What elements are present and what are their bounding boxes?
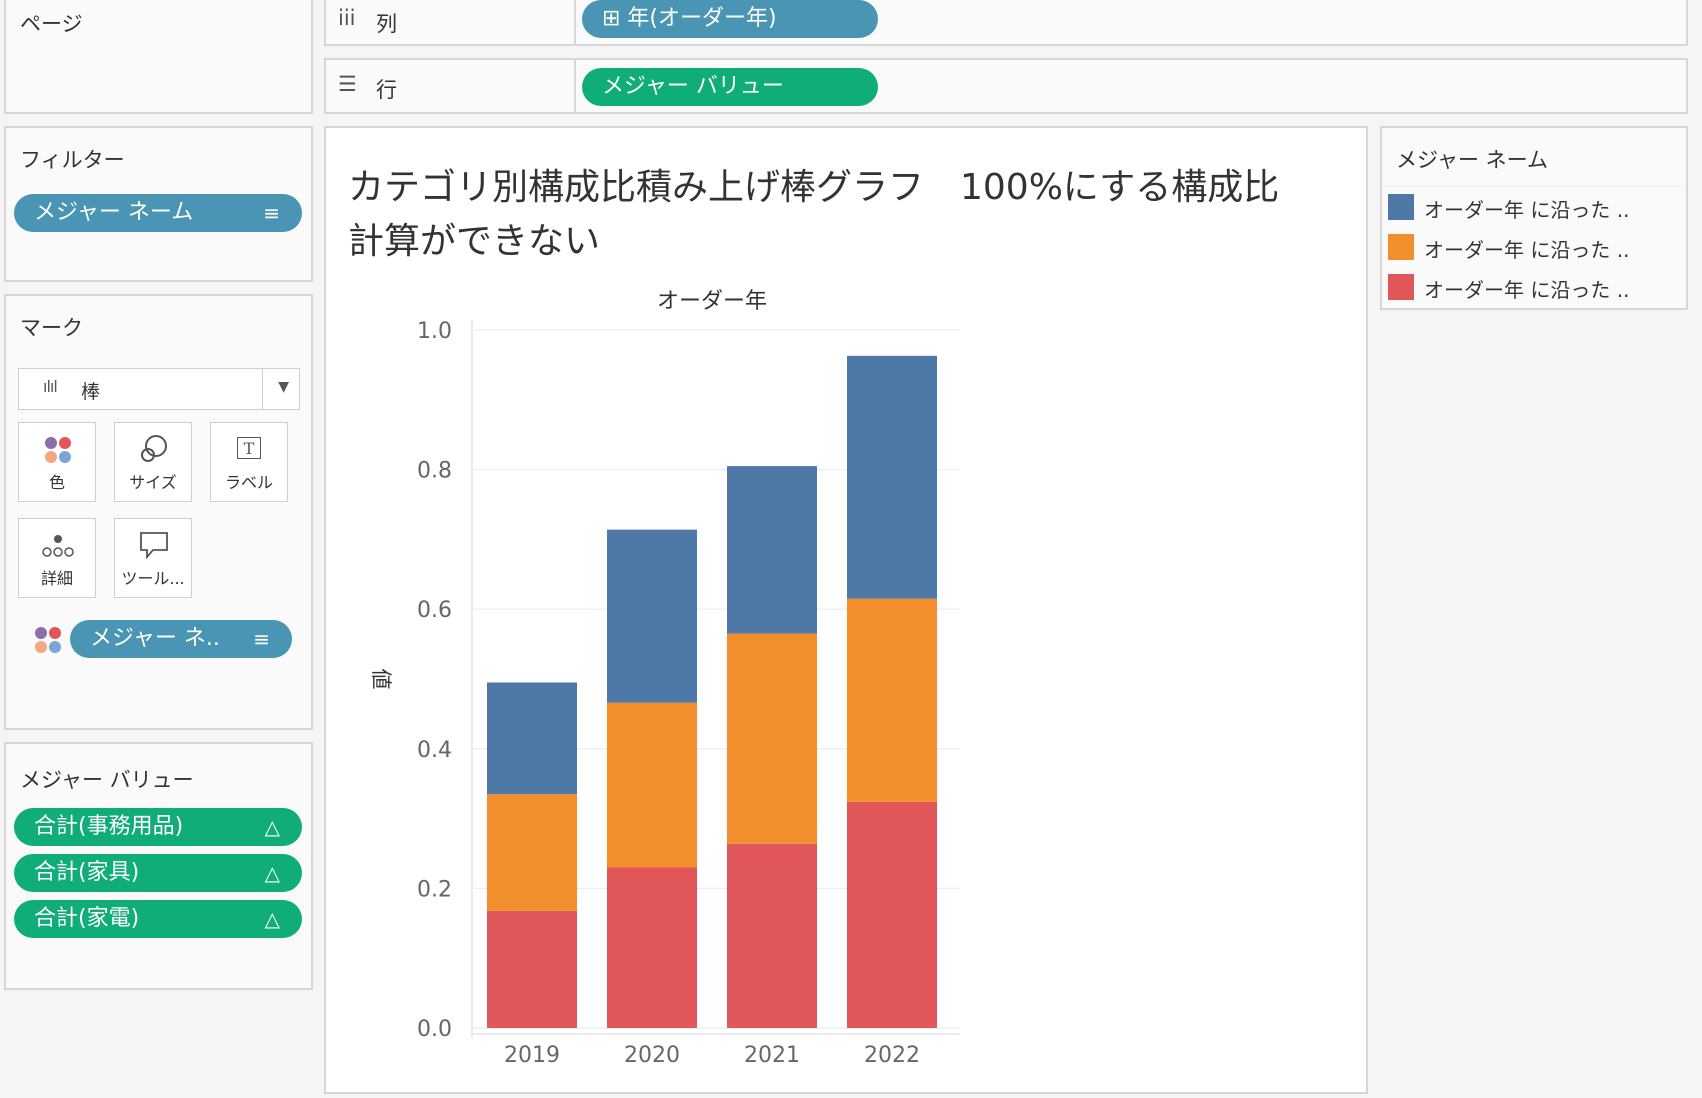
legend-swatch xyxy=(1388,234,1414,260)
bar-segment xyxy=(487,794,577,911)
bar-segment xyxy=(487,682,577,795)
legend-label: オーダー年 に沿った .. xyxy=(1424,198,1630,222)
delta-icon: △ xyxy=(264,861,280,885)
palette-icon xyxy=(45,437,71,463)
measure-values-pill[interactable]: メジャー バリュー xyxy=(582,68,878,106)
y-tick-label: 0.6 xyxy=(417,598,452,623)
delta-icon: △ xyxy=(264,907,280,931)
bar-segment xyxy=(607,702,697,868)
filters-card-title: フィルター xyxy=(20,148,125,172)
tooltip-button[interactable]: ツール... xyxy=(114,518,192,598)
rows-shelf-label: 行 xyxy=(376,78,397,102)
shelf-divider xyxy=(574,60,576,112)
legend-item[interactable]: オーダー年 に沿った .. xyxy=(1388,270,1658,302)
measure-item-label: 合計(家具) xyxy=(34,860,140,885)
stacked-bar-chart: オーダー年 0.0 0.2 0.4 0.6 0.8 1.0 値 2019 2020 2021 2022 xyxy=(369,289,960,1068)
bar-segment xyxy=(847,598,937,802)
sort-icon: ≡ xyxy=(253,627,270,651)
label-button[interactable]: T ラベル xyxy=(210,422,288,502)
year-pill-label: ⊞ 年(オーダー年) xyxy=(602,6,777,31)
x-tick-label: 2019 xyxy=(504,1043,560,1068)
measure-item-label: 合計(事務用品) xyxy=(34,814,184,839)
legend-swatch xyxy=(1388,194,1414,220)
chevron-down-icon[interactable]: ▼ xyxy=(278,379,289,395)
bar-segment xyxy=(727,466,817,634)
detail-button[interactable]: 詳細 xyxy=(18,518,96,598)
legend-card: メジャー ネーム オーダー年 に沿った .. オーダー年 に沿った .. オーダ… xyxy=(1380,126,1688,310)
delta-icon: △ xyxy=(264,815,280,839)
rows-icon: ☰ xyxy=(338,72,357,96)
measure-item-furniture[interactable]: 合計(家具) △ xyxy=(14,854,302,892)
detail-icon xyxy=(42,535,74,557)
rows-shelf[interactable]: ☰ 行 メジャー バリュー xyxy=(324,58,1688,114)
bar-segment xyxy=(607,867,697,1028)
measure-names-color-pill[interactable]: メジャー ネ.. ≡ xyxy=(70,620,292,658)
y-axis-label: 値 xyxy=(369,669,393,690)
sort-icon: ≡ xyxy=(263,201,280,225)
measure-item-label: 合計(家電) xyxy=(34,906,140,931)
y-tick-label: 0.2 xyxy=(417,877,452,902)
mark-type-label: 棒 xyxy=(81,381,101,403)
color-palette-icon xyxy=(35,627,61,653)
color-label: 色 xyxy=(48,473,65,492)
pages-card-title: ページ xyxy=(20,12,83,36)
label-label: ラベル xyxy=(224,473,273,492)
measure-values-card: メジャー バリュー 合計(事務用品) △ 合計(家具) △ 合計(家電) △ xyxy=(4,742,313,990)
bar-chart-icon: ılıl xyxy=(43,377,58,396)
measure-values-title: メジャー バリュー xyxy=(20,768,194,792)
x-tick-label: 2020 xyxy=(624,1043,680,1068)
y-tick-label: 0.0 xyxy=(417,1017,452,1042)
chart-view: カテゴリ別構成比積み上げ棒グラフ 100%にする構成比 計算ができない オーダー… xyxy=(324,126,1368,1094)
bar-segment xyxy=(727,633,817,844)
filters-card: フィルター メジャー ネーム ≡ xyxy=(4,126,313,282)
pages-card: ページ xyxy=(4,0,313,114)
color-pill-label: メジャー ネ.. xyxy=(90,626,220,651)
size-icon xyxy=(141,435,167,462)
measure-item-office-supplies[interactable]: 合計(事務用品) △ xyxy=(14,808,302,846)
x-tick-label: 2022 xyxy=(864,1043,920,1068)
marks-card: マーク ılıl 棒 ▼ 色 サイズ T ラベル 詳細 ツール... メジャー … xyxy=(4,294,313,730)
size-button[interactable]: サイズ xyxy=(114,422,192,502)
column-header: オーダー年 xyxy=(657,289,767,314)
bar-segment xyxy=(487,910,577,1028)
bar-segment xyxy=(847,801,937,1028)
mark-type-dropdown[interactable]: ılıl 棒 ▼ xyxy=(18,368,300,410)
measure-names-filter-pill[interactable]: メジャー ネーム ≡ xyxy=(14,194,302,232)
legend-item[interactable]: オーダー年 に沿った .. xyxy=(1388,190,1658,222)
measure-item-appliances[interactable]: 合計(家電) △ xyxy=(14,900,302,938)
size-label: サイズ xyxy=(129,473,177,492)
shelf-divider xyxy=(574,0,576,44)
y-tick-label: 1.0 xyxy=(417,319,452,344)
bar-segment xyxy=(607,529,697,703)
columns-shelf[interactable]: iii 列 ⊞ 年(オーダー年) xyxy=(324,0,1688,46)
tooltip-icon xyxy=(140,532,168,559)
tooltip-label: ツール... xyxy=(121,569,185,588)
bar-segment xyxy=(847,355,937,599)
y-tick-label: 0.4 xyxy=(417,738,452,763)
measure-values-pill-label: メジャー バリュー xyxy=(602,74,784,99)
bar-segment xyxy=(727,843,817,1028)
detail-label: 詳細 xyxy=(40,569,73,588)
marks-card-title: マーク xyxy=(20,316,83,340)
legend-item[interactable]: オーダー年 に沿った .. xyxy=(1388,230,1658,262)
columns-shelf-label: 列 xyxy=(376,12,397,36)
legend-title: メジャー ネーム xyxy=(1396,148,1548,172)
legend-label: オーダー年 に沿った .. xyxy=(1424,278,1630,302)
legend-swatch xyxy=(1388,274,1414,300)
legend-label: オーダー年 に沿った .. xyxy=(1424,238,1630,262)
text-icon: T xyxy=(237,437,261,459)
year-order-year-pill[interactable]: ⊞ 年(オーダー年) xyxy=(582,0,878,38)
color-button[interactable]: 色 xyxy=(18,422,96,502)
x-tick-label: 2021 xyxy=(744,1043,800,1068)
filter-pill-label: メジャー ネーム xyxy=(34,200,194,225)
y-tick-label: 0.8 xyxy=(417,459,452,484)
columns-icon: iii xyxy=(338,6,356,30)
